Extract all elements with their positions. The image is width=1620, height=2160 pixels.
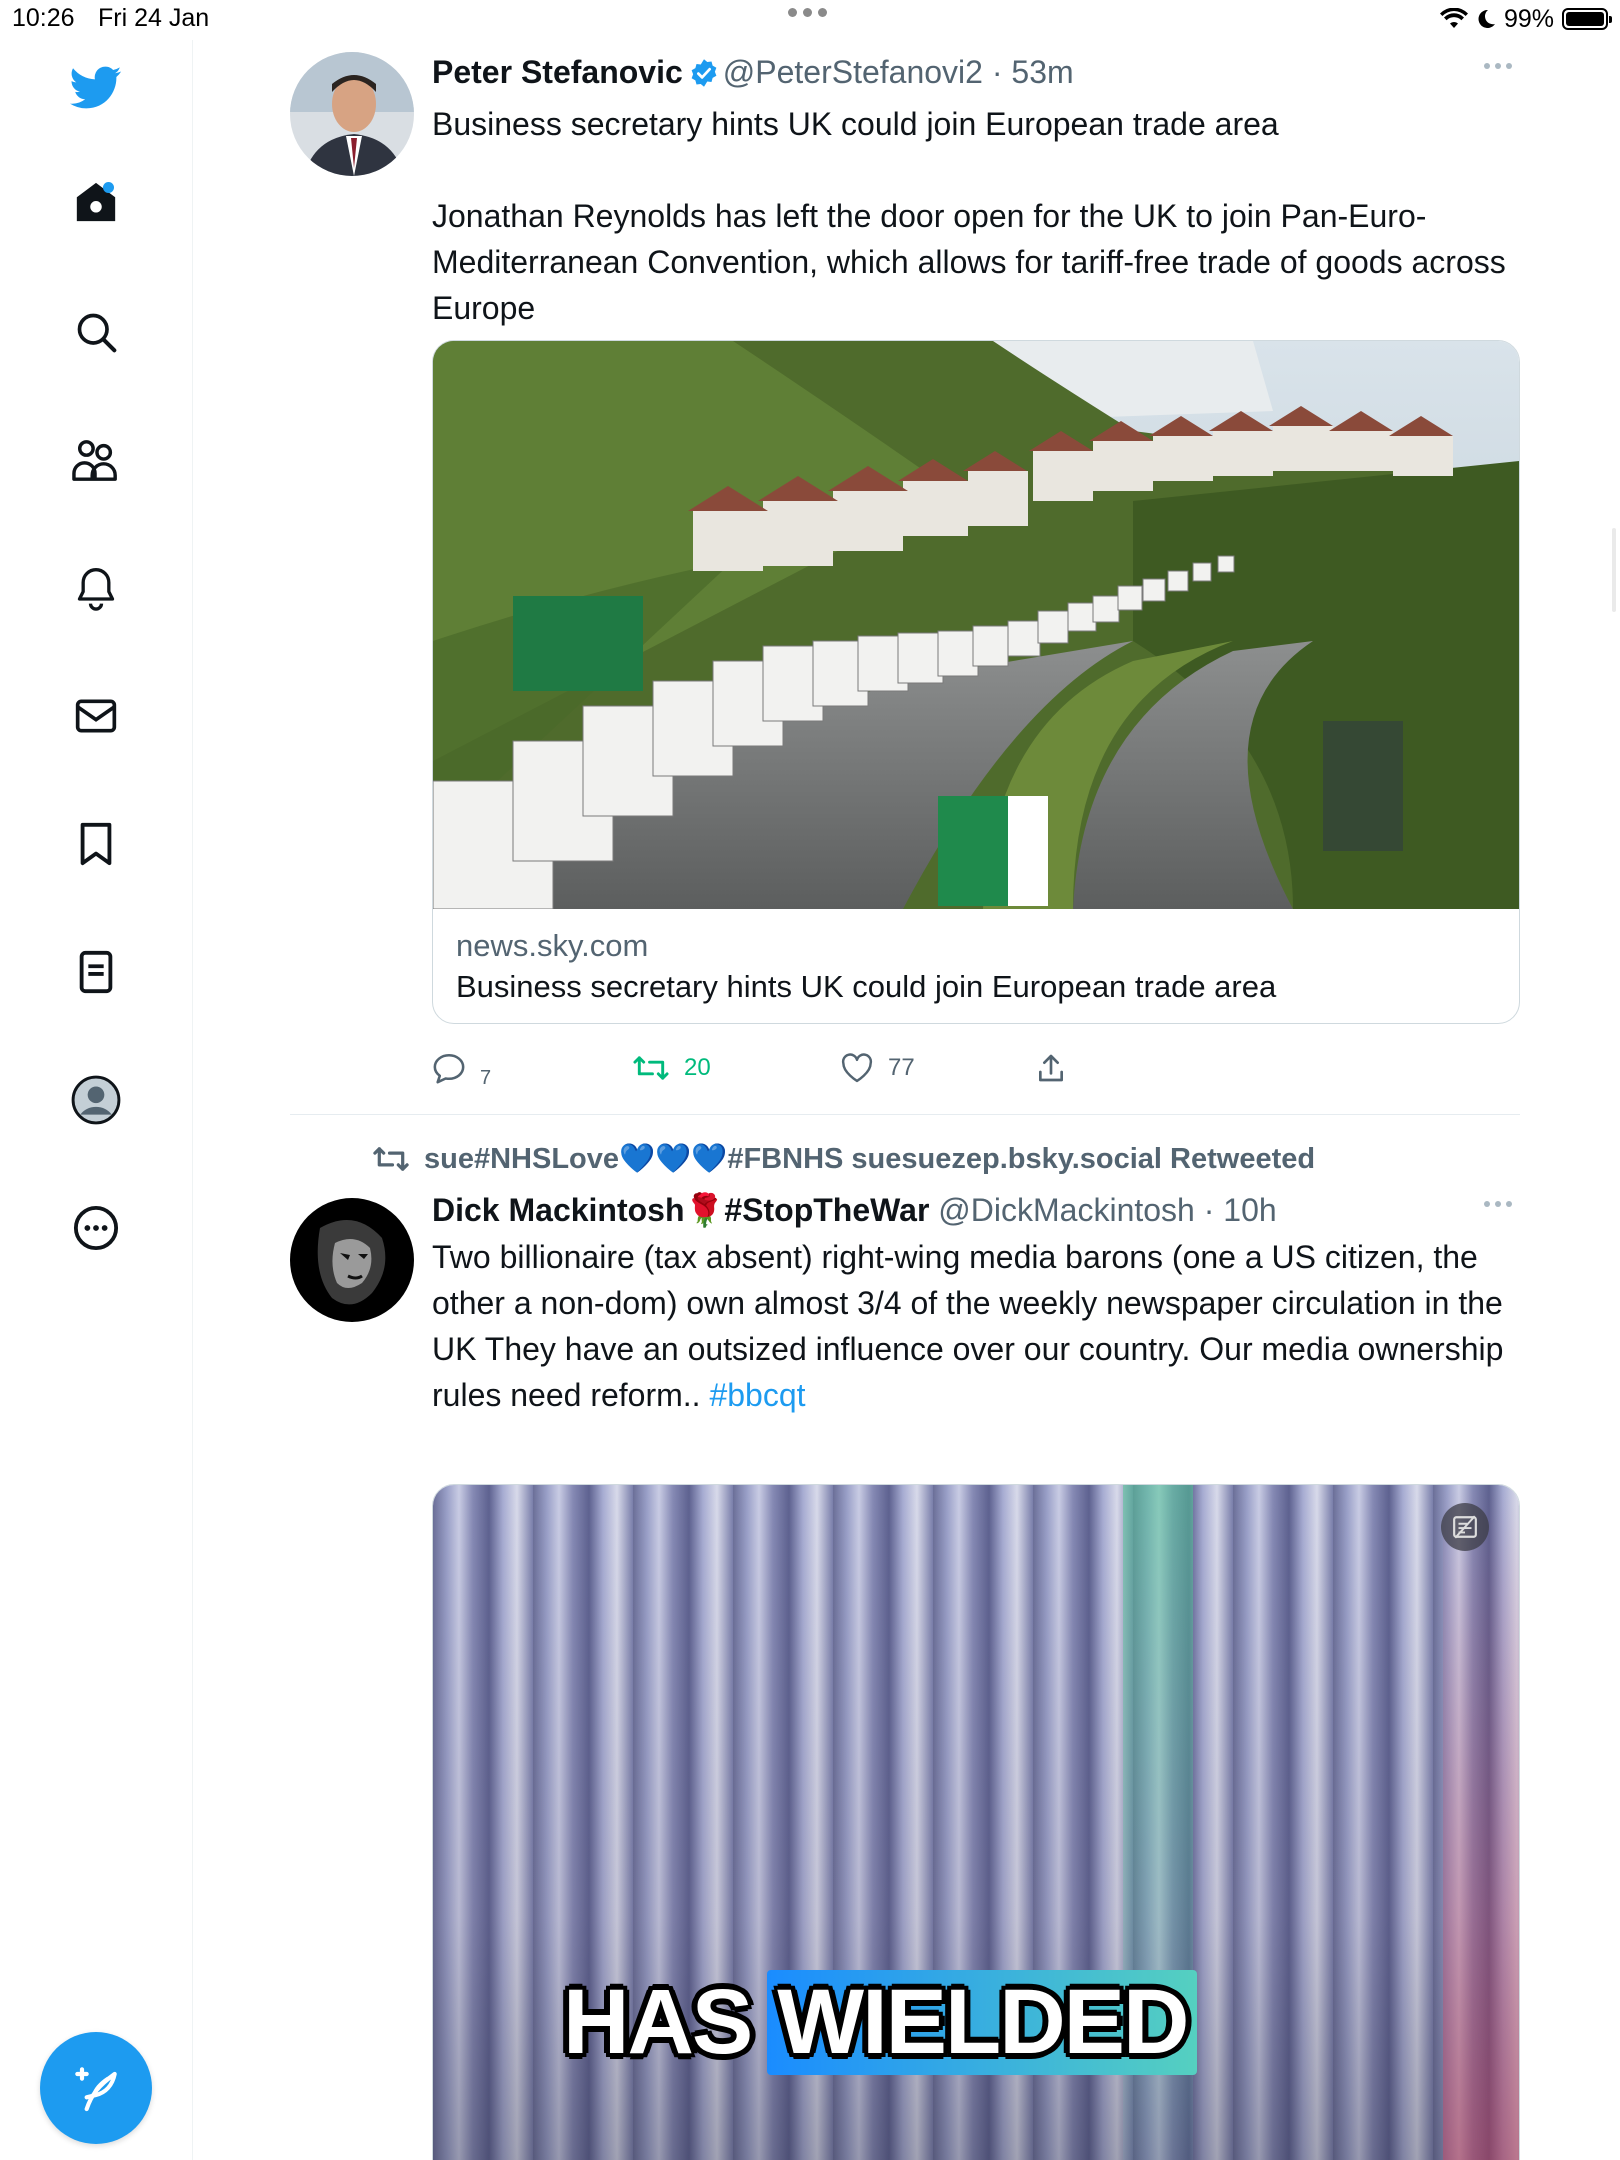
sidebar-item-search[interactable] xyxy=(66,302,126,362)
compose-feather-icon xyxy=(75,2067,117,2112)
status-indicators: 99% xyxy=(1439,4,1612,34)
author-name[interactable]: Peter Stefanovic xyxy=(432,54,683,90)
separator: · xyxy=(1203,1192,1215,1228)
author-handle[interactable]: @DickMackintosh xyxy=(938,1192,1195,1228)
sidebar-item-communities[interactable] xyxy=(66,430,126,490)
wifi-icon xyxy=(1439,8,1468,28)
reply-count: 7 xyxy=(480,1066,492,1089)
link-card-domain: news.sky.com xyxy=(456,928,649,963)
tweet-divider xyxy=(290,1114,1520,1115)
like-count: 77 xyxy=(888,1054,915,1081)
sidebar-item-more[interactable] xyxy=(66,1198,126,1258)
sidebar-item-notifications[interactable] xyxy=(66,558,126,618)
tweet-body: Dick Mackintosh🌹#StopTheWar @DickMackint… xyxy=(432,1190,1520,2160)
retweet-button[interactable]: 20 xyxy=(632,1048,711,1088)
link-card-image xyxy=(433,341,1519,909)
link-card[interactable]: news.sky.com Business secretary hints UK… xyxy=(432,340,1520,1024)
sidebar-item-home[interactable] xyxy=(66,172,126,232)
separator: · xyxy=(991,54,1003,90)
moon-icon xyxy=(1478,9,1495,28)
retweet-icon xyxy=(373,1147,409,1171)
sidebar-item-bookmarks[interactable] xyxy=(66,814,126,874)
avatar[interactable] xyxy=(290,1198,414,1322)
author-name[interactable]: Dick Mackintosh🌹#StopTheWar xyxy=(432,1192,929,1228)
profile-avatar-icon xyxy=(71,1075,121,1125)
tweet-time[interactable]: 53m xyxy=(1011,54,1073,90)
twitter-logo-icon[interactable] xyxy=(66,58,126,118)
compose-tweet-button[interactable] xyxy=(40,2032,152,2144)
mail-icon xyxy=(75,699,117,733)
video-glow xyxy=(1443,1485,1519,2160)
tweet-time[interactable]: 10h xyxy=(1223,1192,1276,1228)
battery-icon xyxy=(1562,8,1612,30)
tweet-text: Two billionaire (tax absent) right-wing … xyxy=(432,1234,1520,1418)
link-card-title: Business secretary hints UK could join E… xyxy=(456,969,1277,1004)
lists-icon xyxy=(79,950,113,994)
verified-badge-icon xyxy=(689,57,719,97)
tweet-video[interactable]: HAS WIELDED xyxy=(432,1484,1520,2160)
retweet-icon xyxy=(633,1056,669,1080)
sidebar-nav xyxy=(0,40,193,2160)
video-caption-word: HAS xyxy=(563,1971,753,2073)
bell-icon xyxy=(77,568,115,611)
avatar[interactable] xyxy=(290,52,414,176)
tweet-text: Business secretary hints UK could join E… xyxy=(432,106,1506,326)
reply-button[interactable]: 7 xyxy=(432,1048,492,1089)
reply-icon xyxy=(433,1053,465,1084)
media-alt-icon[interactable] xyxy=(1441,1503,1489,1551)
tweet-text-content: Two billionaire (tax absent) right-wing … xyxy=(432,1239,1513,1413)
tweet-header: Peter Stefanovic @PeterStefanovi2 · 53m xyxy=(432,52,1520,97)
bookmark-icon xyxy=(80,822,112,866)
retweet-count: 20 xyxy=(684,1054,711,1081)
share-button[interactable] xyxy=(1036,1048,1066,1088)
communities-icon xyxy=(72,440,117,481)
sidebar-item-messages[interactable] xyxy=(66,686,126,746)
search-icon xyxy=(77,313,117,353)
scroll-indicator[interactable] xyxy=(1612,528,1616,612)
more-circle-icon xyxy=(73,1205,119,1251)
heart-icon xyxy=(841,1053,873,1083)
retweeted-by-line[interactable]: sue#NHSLove💙💙💙#FBNHS suesuezep.bsky.soci… xyxy=(372,1142,1315,1176)
sidebar-item-profile[interactable] xyxy=(66,1070,126,1130)
tweet-body: Peter Stefanovic @PeterStefanovi2 · 53m B… xyxy=(432,52,1520,1089)
timeline-feed[interactable]: Peter Stefanovic @PeterStefanovi2 · 53m B… xyxy=(192,40,1620,2160)
tweet-more-icon[interactable] xyxy=(1484,1196,1516,1212)
status-time: 10:26 xyxy=(12,4,75,32)
video-caption: HAS WIELDED xyxy=(563,1970,1198,2075)
tweet-actions: 7 20 77 xyxy=(432,1048,1520,1089)
multitasking-dots-icon[interactable] xyxy=(788,8,834,22)
video-caption-highlight: WIELDED xyxy=(767,1970,1198,2075)
tweet-header: Dick Mackintosh🌹#StopTheWar @DickMackint… xyxy=(432,1190,1520,1230)
battery-percent: 99% xyxy=(1503,4,1554,33)
status-date: Fri 24 Jan xyxy=(98,4,210,32)
author-handle[interactable]: @PeterStefanovi2 xyxy=(723,54,983,90)
like-button[interactable]: 77 xyxy=(840,1048,915,1088)
sidebar-item-lists[interactable] xyxy=(66,942,126,1002)
status-bar: 10:26 Fri 24 Jan 99% xyxy=(0,0,1620,40)
retweeted-by-text: sue#NHSLove💙💙💙#FBNHS suesuezep.bsky.soci… xyxy=(424,1143,1316,1175)
tweet-more-icon[interactable] xyxy=(1484,58,1516,74)
share-icon xyxy=(1039,1054,1063,1082)
hashtag-link[interactable]: #bbcqt xyxy=(709,1377,805,1413)
home-notification-dot xyxy=(103,182,114,193)
